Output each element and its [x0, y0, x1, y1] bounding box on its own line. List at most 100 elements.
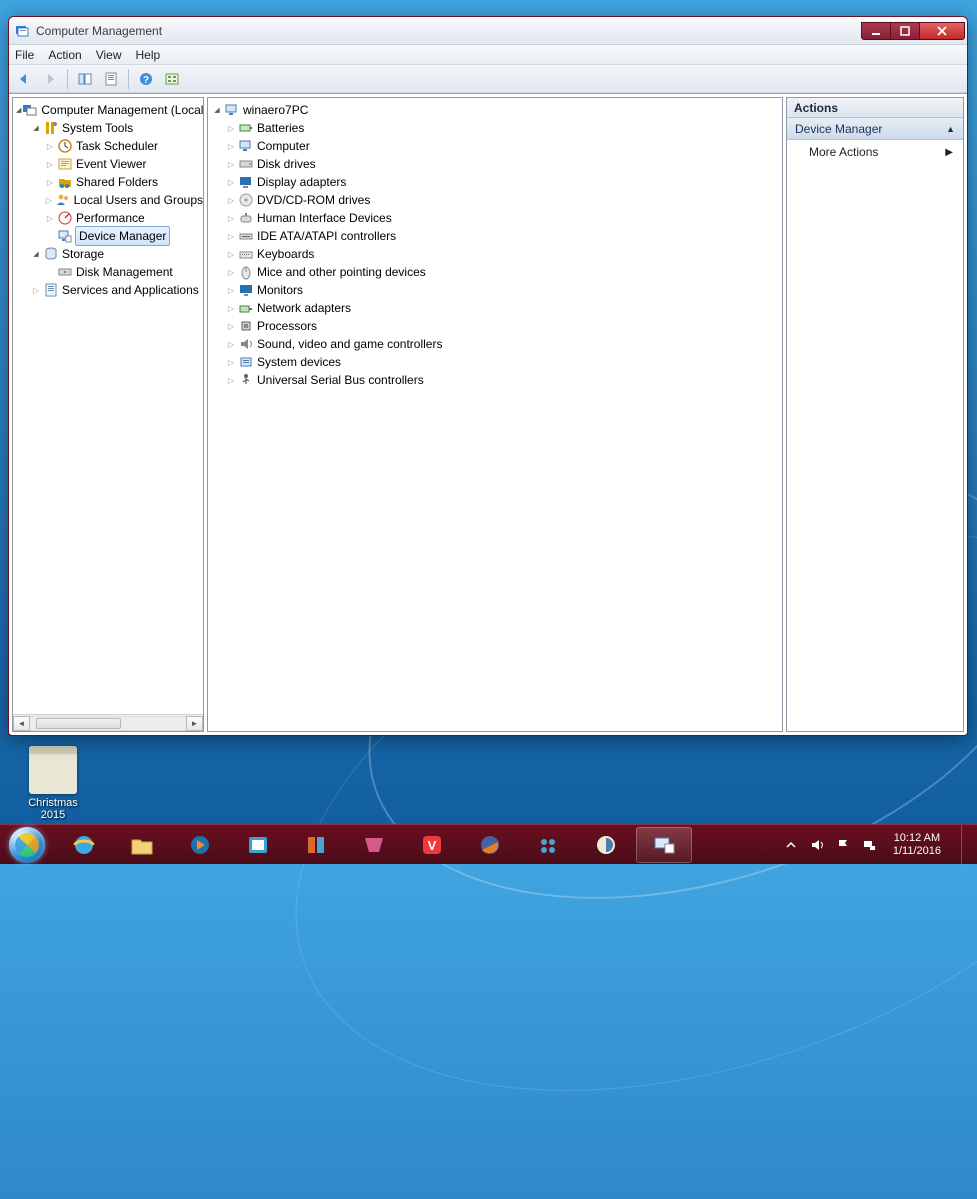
titlebar[interactable]: Computer Management: [9, 17, 967, 45]
app-icon: [244, 832, 272, 858]
minimize-button[interactable]: [861, 22, 891, 40]
device-category-computer[interactable]: Computer: [211, 137, 782, 155]
back-button[interactable]: [13, 68, 35, 90]
taskbar-vivaldi[interactable]: V: [404, 827, 460, 863]
scroll-left-button[interactable]: ◄: [13, 716, 30, 731]
show-hide-tree-button[interactable]: [74, 68, 96, 90]
taskbar-media-player[interactable]: [172, 827, 228, 863]
scroll-thumb[interactable]: [36, 718, 121, 729]
actions-section-device-manager[interactable]: Device Manager ▲: [787, 118, 963, 140]
device-category-universal-serial-bus-controllers[interactable]: Universal Serial Bus controllers: [211, 371, 782, 389]
ide-ata-atapi-controllers-icon: [238, 228, 254, 244]
device-category-label: Processors: [257, 317, 317, 335]
taskbar-explorer[interactable]: [114, 827, 170, 863]
console-tree[interactable]: Computer Management (Local System Tools …: [13, 98, 203, 714]
window-title: Computer Management: [36, 24, 862, 38]
device-category-mice-and-other-pointing-devices[interactable]: Mice and other pointing devices: [211, 263, 782, 281]
taskbar-app-3[interactable]: [346, 827, 402, 863]
device-category-human-interface-devices[interactable]: Human Interface Devices: [211, 209, 782, 227]
device-category-dvd-cd-rom-drives[interactable]: DVD/CD-ROM drives: [211, 191, 782, 209]
device-category-keyboards[interactable]: Keyboards: [211, 245, 782, 263]
submenu-arrow-icon: ▶: [945, 147, 953, 158]
taskbar-ie[interactable]: [56, 827, 112, 863]
menu-view[interactable]: View: [96, 48, 122, 62]
desktop-icon-label-2: 2015: [18, 809, 88, 821]
desktop-icon-christmas-2015[interactable]: Christmas 2015: [18, 746, 88, 821]
tree-performance[interactable]: Performance: [16, 209, 203, 227]
ie-icon: [70, 832, 98, 858]
volume-icon[interactable]: [809, 837, 825, 853]
horizontal-scrollbar[interactable]: ◄ ►: [13, 714, 203, 731]
forward-button[interactable]: [39, 68, 61, 90]
device-root[interactable]: winaero7PC: [211, 101, 782, 119]
flag-icon[interactable]: [835, 837, 851, 853]
device-category-ide-ata-atapi-controllers[interactable]: IDE ATA/ATAPI controllers: [211, 227, 782, 245]
system-tray: 10:12 AM 1/11/2016: [775, 825, 977, 864]
network-adapters-icon: [238, 300, 254, 316]
maximize-button[interactable]: [890, 22, 920, 40]
scroll-right-button[interactable]: ►: [186, 716, 203, 731]
svg-text:V: V: [428, 838, 437, 853]
device-category-network-adapters[interactable]: Network adapters: [211, 299, 782, 317]
device-tree-panel: winaero7PC BatteriesComputerDisk drivesD…: [207, 97, 783, 732]
device-category-disk-drives[interactable]: Disk drives: [211, 155, 782, 173]
view-mode-button[interactable]: [161, 68, 183, 90]
folder-icon: [128, 832, 156, 858]
taskbar-app-1[interactable]: [230, 827, 286, 863]
tree-services-applications[interactable]: Services and Applications: [16, 281, 203, 299]
tree-event-viewer[interactable]: Event Viewer: [16, 155, 203, 173]
app-icon: [592, 832, 620, 858]
tree-system-tools[interactable]: System Tools: [16, 119, 203, 137]
app-icon: [534, 832, 562, 858]
menu-file[interactable]: File: [15, 48, 34, 62]
menu-action[interactable]: Action: [48, 48, 81, 62]
device-category-label: Disk drives: [257, 155, 316, 173]
device-root-label: winaero7PC: [243, 101, 308, 119]
device-category-display-adapters[interactable]: Display adapters: [211, 173, 782, 191]
processors-icon: [238, 318, 254, 334]
taskbar-app-4[interactable]: [520, 827, 576, 863]
tray-time: 10:12 AM: [893, 832, 941, 845]
device-category-monitors[interactable]: Monitors: [211, 281, 782, 299]
tree-storage[interactable]: Storage: [16, 245, 203, 263]
taskbar-app-5[interactable]: [578, 827, 634, 863]
tree-root[interactable]: Computer Management (Local: [16, 101, 203, 119]
disk-management-icon: [57, 264, 73, 280]
display-adapters-icon: [238, 174, 254, 190]
scroll-track[interactable]: [30, 716, 186, 731]
device-category-system-devices[interactable]: System devices: [211, 353, 782, 371]
close-button[interactable]: [919, 22, 965, 40]
toolbar-separator: [128, 69, 129, 89]
show-hidden-icons[interactable]: [783, 837, 799, 853]
taskbar-firefox[interactable]: [462, 827, 518, 863]
app-icon: [360, 832, 388, 858]
help-button[interactable]: ?: [135, 68, 157, 90]
device-category-label: Universal Serial Bus controllers: [257, 371, 424, 389]
mice-and-other-pointing-devices-icon: [238, 264, 254, 280]
menu-help[interactable]: Help: [136, 48, 161, 62]
tree-shared-folders[interactable]: Shared Folders: [16, 173, 203, 191]
actions-item-label: More Actions: [809, 145, 878, 159]
device-category-processors[interactable]: Processors: [211, 317, 782, 335]
keyboards-icon: [238, 246, 254, 262]
taskbar-app-2[interactable]: [288, 827, 344, 863]
show-desktop-button[interactable]: [961, 825, 973, 865]
device-tree[interactable]: winaero7PC BatteriesComputerDisk drivesD…: [208, 98, 782, 392]
app-icon: [302, 832, 330, 858]
device-category-sound-video-and-game-controllers[interactable]: Sound, video and game controllers: [211, 335, 782, 353]
tree-disk-management[interactable]: Disk Management: [16, 263, 203, 281]
toolbar-separator: [67, 69, 68, 89]
network-icon[interactable]: [861, 837, 877, 853]
taskbar-computer-management[interactable]: [636, 827, 692, 863]
tree-task-scheduler[interactable]: Task Scheduler: [16, 137, 203, 155]
dvd-cd-rom-drives-icon: [238, 192, 254, 208]
tree-local-users-groups[interactable]: Local Users and Groups: [16, 191, 203, 209]
tray-clock[interactable]: 10:12 AM 1/11/2016: [887, 832, 947, 857]
sound-video-and-game-controllers-icon: [238, 336, 254, 352]
batteries-icon: [238, 120, 254, 136]
properties-button[interactable]: [100, 68, 122, 90]
device-category-batteries[interactable]: Batteries: [211, 119, 782, 137]
actions-more-actions[interactable]: More Actions ▶: [787, 140, 963, 164]
tree-device-manager[interactable]: Device Manager: [16, 227, 203, 245]
start-button[interactable]: [0, 825, 54, 865]
